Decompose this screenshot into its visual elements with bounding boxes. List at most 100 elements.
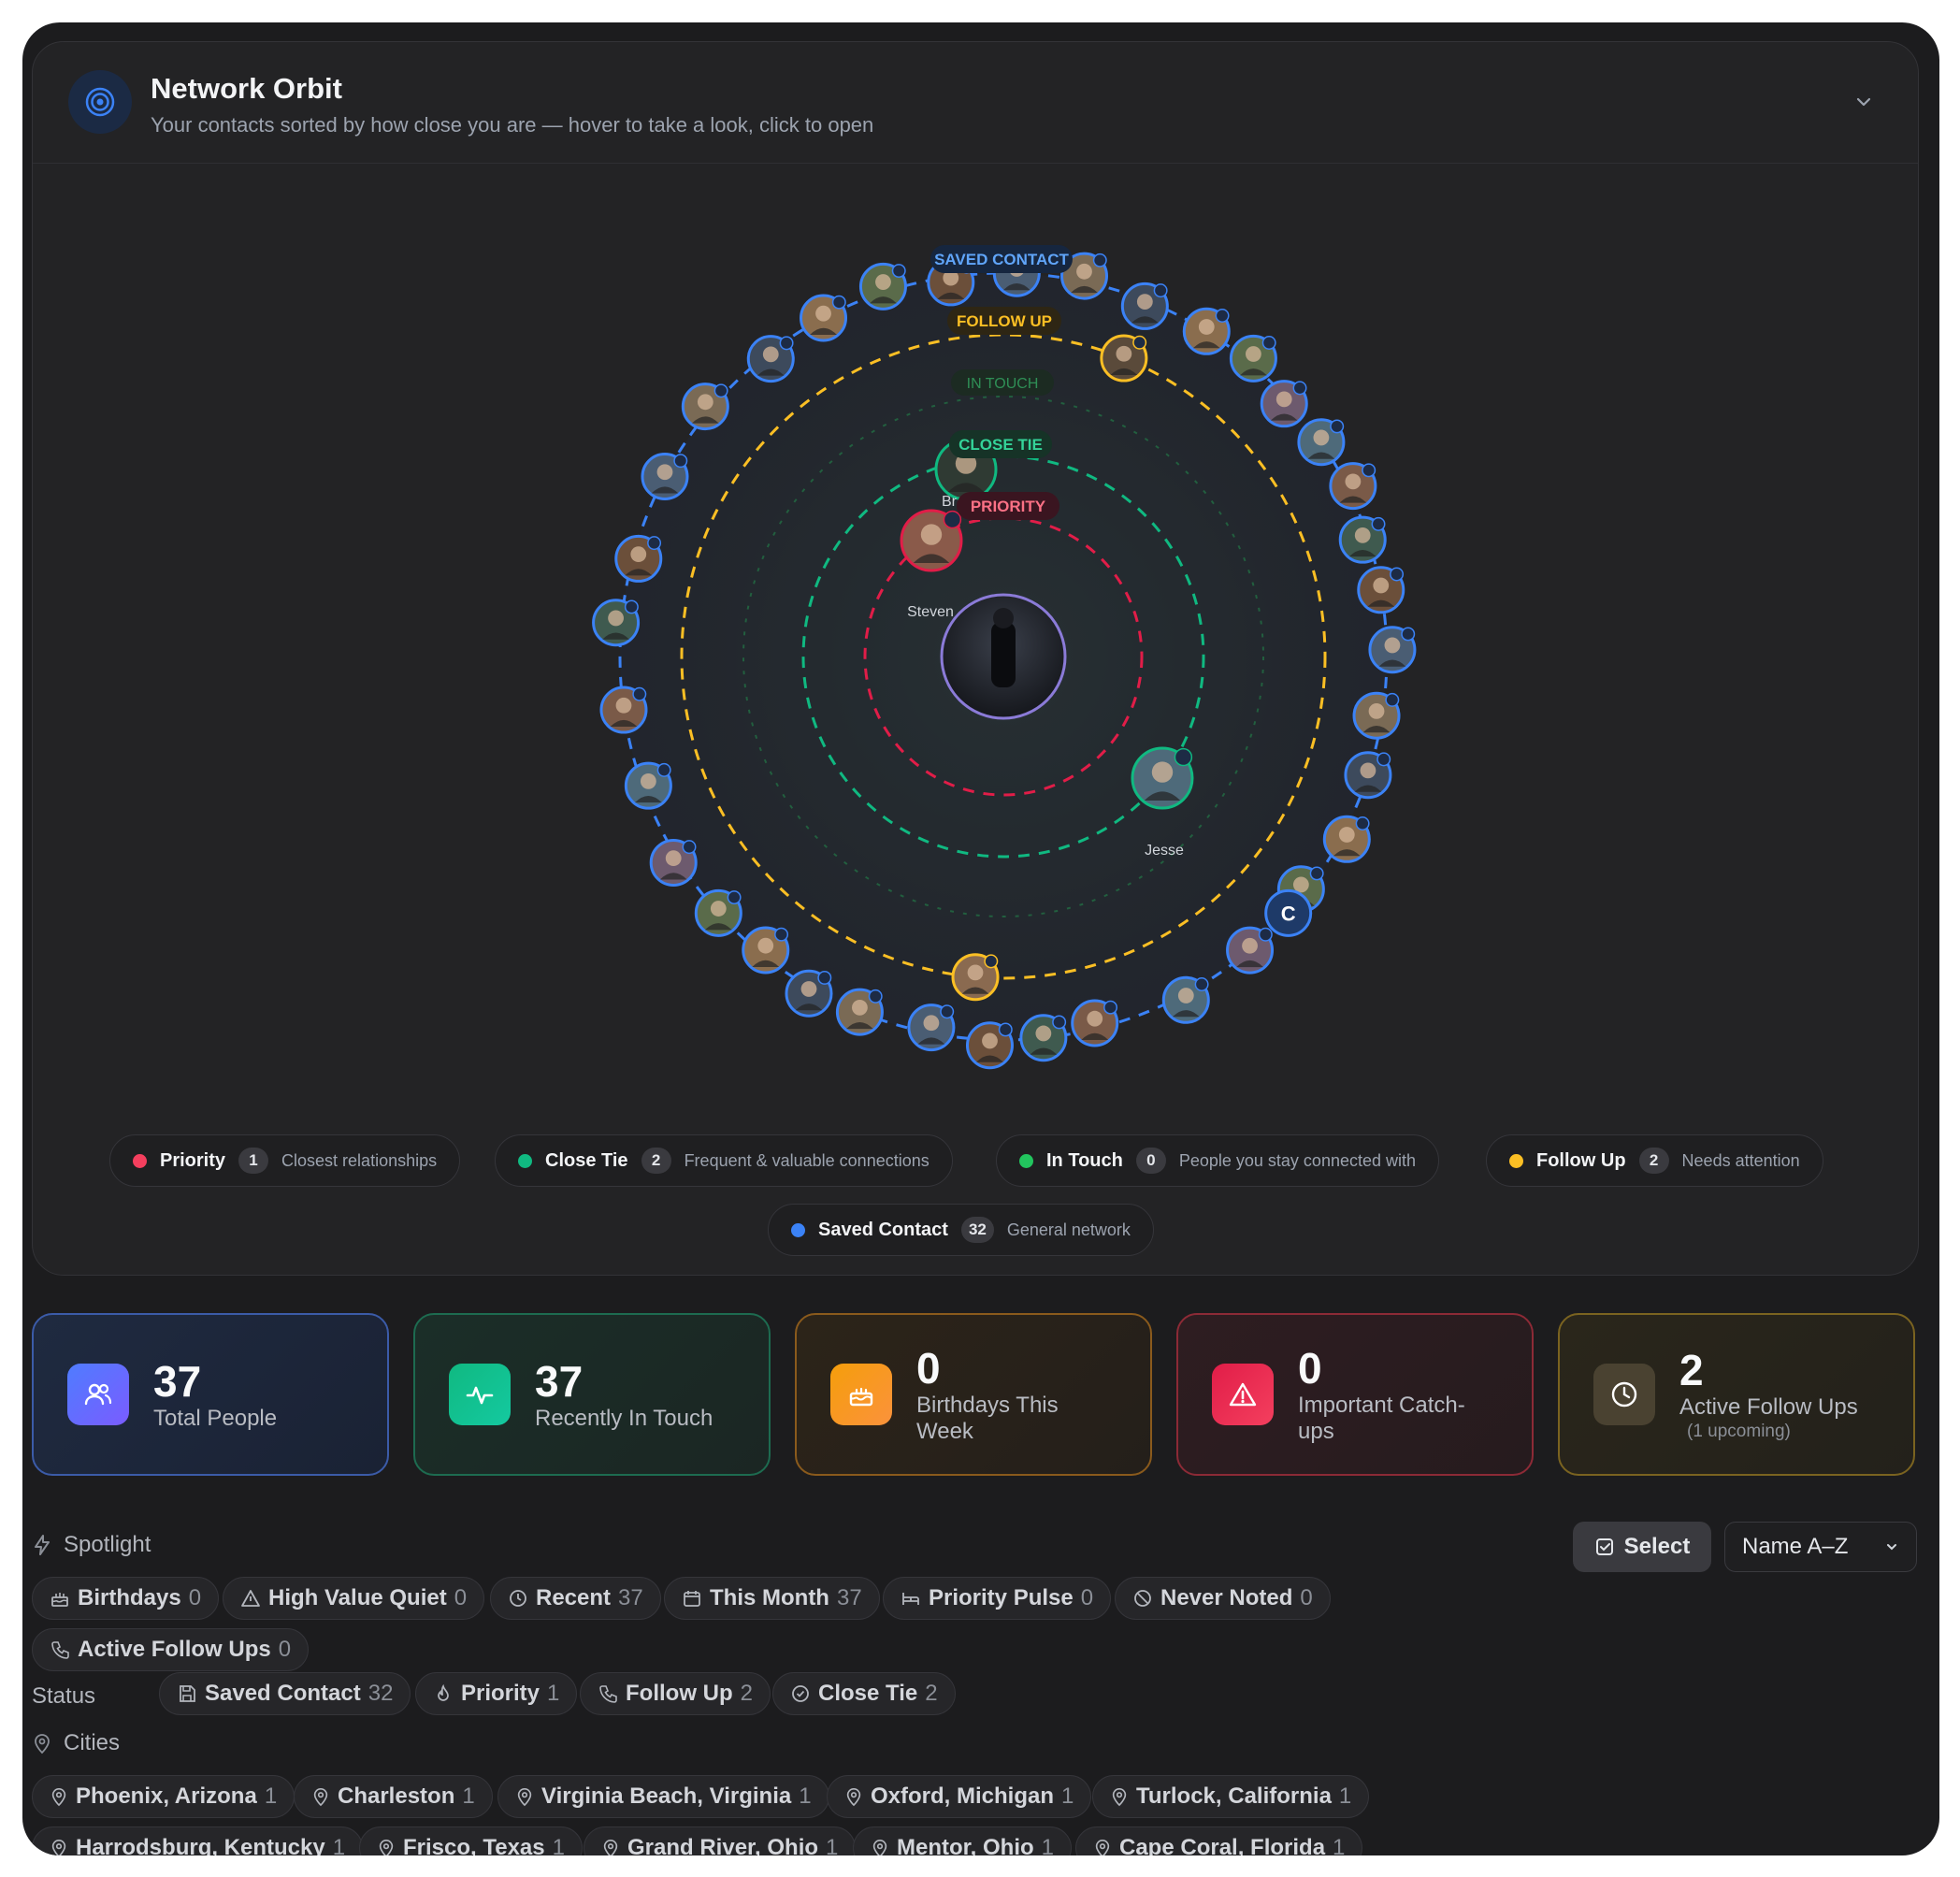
phone-icon: [599, 1685, 617, 1703]
ring-label-saved-contact: SAVED CONTACT: [930, 245, 1073, 273]
saved-contact-avatar[interactable]: [1344, 751, 1392, 800]
city-chip[interactable]: Charleston 1: [294, 1775, 493, 1818]
saved-contact-avatar[interactable]: [785, 969, 833, 1018]
stat-important-catch-ups[interactable]: 0 Important Catch-ups: [1176, 1313, 1534, 1476]
stat-label: Important Catch-ups: [1298, 1393, 1465, 1444]
close-tie-dot: [518, 1153, 532, 1168]
saved-contact-avatar[interactable]: [1120, 282, 1169, 330]
saved-contact-avatar[interactable]: [742, 926, 790, 975]
saved-contact-avatar[interactable]: [694, 888, 742, 937]
city-chip[interactable]: Mentor, Ohio 1: [853, 1826, 1073, 1855]
legend-follow-up[interactable]: Follow Up 2 Needs attention: [1486, 1134, 1823, 1187]
legend-saved-contact[interactable]: Saved Contact 32 General network: [768, 1204, 1154, 1256]
chevron-down-icon: [1856, 97, 1871, 107]
saved-contact-avatar[interactable]: [592, 599, 641, 647]
city-chip[interactable]: Cape Coral, Florida 1: [1075, 1826, 1363, 1855]
saved-contact-avatar[interactable]: [681, 383, 729, 431]
saved-contact-avatar[interactable]: [1229, 334, 1277, 383]
cake-icon: [830, 1364, 892, 1425]
priority-dot: [133, 1153, 147, 1168]
saved-contact-avatar[interactable]: [1182, 307, 1231, 355]
saved-contact-avatar[interactable]: [1071, 999, 1119, 1047]
ban-icon: [1134, 1590, 1151, 1607]
saved-contact-dot: [791, 1222, 805, 1237]
stat-total-people[interactable]: 37 Total People: [32, 1313, 389, 1476]
city-chip-count: 1: [1041, 1835, 1055, 1855]
chip-active-follow-ups[interactable]: Active Follow Ups 0: [32, 1628, 310, 1671]
chip-status-saved-contact[interactable]: Saved Contact 32: [159, 1672, 411, 1715]
initial-avatar[interactable]: C: [1264, 888, 1313, 937]
legend-count: 0: [1135, 1148, 1166, 1174]
legend-count: 2: [1638, 1148, 1669, 1174]
city-chip[interactable]: Virginia Beach, Virginia 1: [497, 1775, 829, 1818]
city-chip[interactable]: Grand River, Ohio 1: [584, 1826, 857, 1855]
city-chip-count: 1: [332, 1835, 346, 1855]
select-button[interactable]: Select: [1573, 1522, 1711, 1572]
clock-icon: [510, 1590, 526, 1607]
chip-high-value-quiet[interactable]: High Value Quiet 0: [223, 1577, 485, 1620]
saved-contact-avatar[interactable]: [1226, 926, 1275, 975]
map-pin-icon: [603, 1840, 618, 1855]
saved-contact-avatar[interactable]: [746, 335, 795, 383]
saved-contact-avatar[interactable]: [1161, 975, 1210, 1024]
stat-birthdays-this-week[interactable]: 0 Birthdays This Week: [795, 1313, 1152, 1476]
legend-in-touch[interactable]: In Touch 0 People you stay connected wit…: [996, 1134, 1440, 1187]
center-avatar[interactable]: [940, 593, 1067, 720]
collapse-button[interactable]: [1845, 83, 1882, 121]
chip-priority-pulse[interactable]: Priority Pulse 0: [883, 1577, 1112, 1620]
priority-avatar-steven[interactable]: [900, 509, 963, 572]
saved-contact-avatar[interactable]: [1297, 418, 1346, 467]
saved-contact-avatar[interactable]: [1019, 1014, 1068, 1062]
close-tie-avatar-jesse[interactable]: [1131, 746, 1194, 810]
save-icon: [180, 1685, 195, 1702]
city-chip[interactable]: Frisco, Texas 1: [359, 1826, 583, 1855]
city-chip[interactable]: Oxford, Michigan 1: [827, 1775, 1092, 1818]
map-pin-icon: [313, 1788, 328, 1807]
chip-recent[interactable]: Recent 37: [490, 1577, 661, 1620]
stat-active-follow-ups[interactable]: 2 Active Follow Ups (1 upcoming): [1558, 1313, 1915, 1476]
saved-contact-avatar[interactable]: [965, 1021, 1014, 1070]
saved-contact-avatar[interactable]: [599, 686, 648, 734]
city-chip-label: Oxford, Michigan: [871, 1783, 1055, 1809]
legend-desc: Frequent & valuable connections: [684, 1150, 930, 1170]
follow-up-avatar[interactable]: [1100, 334, 1148, 383]
saved-contact-avatar[interactable]: [624, 761, 672, 810]
saved-contact-avatar[interactable]: [1368, 626, 1417, 674]
chip-status-follow-up[interactable]: Follow Up 2: [580, 1672, 771, 1715]
chip-this-month[interactable]: This Month 37: [664, 1577, 880, 1620]
legend-name: In Touch: [1046, 1149, 1123, 1171]
in-touch-dot: [1019, 1153, 1033, 1168]
saved-contact-avatar[interactable]: [641, 453, 689, 501]
city-chip[interactable]: Harrodsburg, Kentucky 1: [32, 1826, 364, 1855]
saved-contact-avatar[interactable]: [907, 1003, 956, 1052]
city-chip-label: Cape Coral, Florida: [1119, 1835, 1326, 1855]
stat-recently-in-touch[interactable]: 37 Recently In Touch: [413, 1313, 771, 1476]
city-chip[interactable]: Turlock, California 1: [1092, 1775, 1370, 1818]
chip-never-noted[interactable]: Never Noted 0: [1115, 1577, 1331, 1620]
saved-contact-avatar[interactable]: [800, 294, 848, 342]
saved-contact-avatar[interactable]: [858, 262, 907, 310]
city-chip-label: Virginia Beach, Virginia: [541, 1783, 792, 1809]
saved-contact-avatar[interactable]: [1338, 515, 1387, 564]
saved-contact-avatar[interactable]: [835, 988, 884, 1036]
stat-value: 0: [916, 1344, 941, 1393]
legend-close-tie[interactable]: Close Tie 2 Frequent & valuable connecti…: [495, 1134, 953, 1187]
saved-contact-avatar[interactable]: [1322, 815, 1371, 863]
saved-contact-avatar[interactable]: [1352, 691, 1401, 740]
page-subtitle: Your contacts sorted by how close you ar…: [151, 113, 874, 137]
saved-contact-avatar[interactable]: [649, 838, 698, 887]
saved-contact-avatar[interactable]: [1260, 380, 1308, 428]
checkbox-icon: [1595, 1538, 1613, 1555]
saved-contact-avatar[interactable]: [1357, 566, 1405, 614]
contact-name-jesse: Jesse: [1145, 843, 1184, 859]
chip-birthdays[interactable]: Birthdays 0: [32, 1577, 220, 1620]
city-chip[interactable]: Phoenix, Arizona 1: [32, 1775, 295, 1818]
chip-status-close-tie[interactable]: Close Tie 2: [772, 1672, 956, 1715]
chip-status-priority[interactable]: Priority 1: [415, 1672, 578, 1715]
map-pin-icon: [517, 1788, 532, 1807]
follow-up-avatar[interactable]: [951, 953, 1000, 1002]
saved-contact-avatar[interactable]: [614, 534, 663, 583]
saved-contact-avatar[interactable]: [1329, 462, 1377, 511]
legend-priority[interactable]: Priority 1 Closest relationships: [109, 1134, 461, 1187]
sort-select[interactable]: Name A–Z: [1724, 1522, 1917, 1572]
